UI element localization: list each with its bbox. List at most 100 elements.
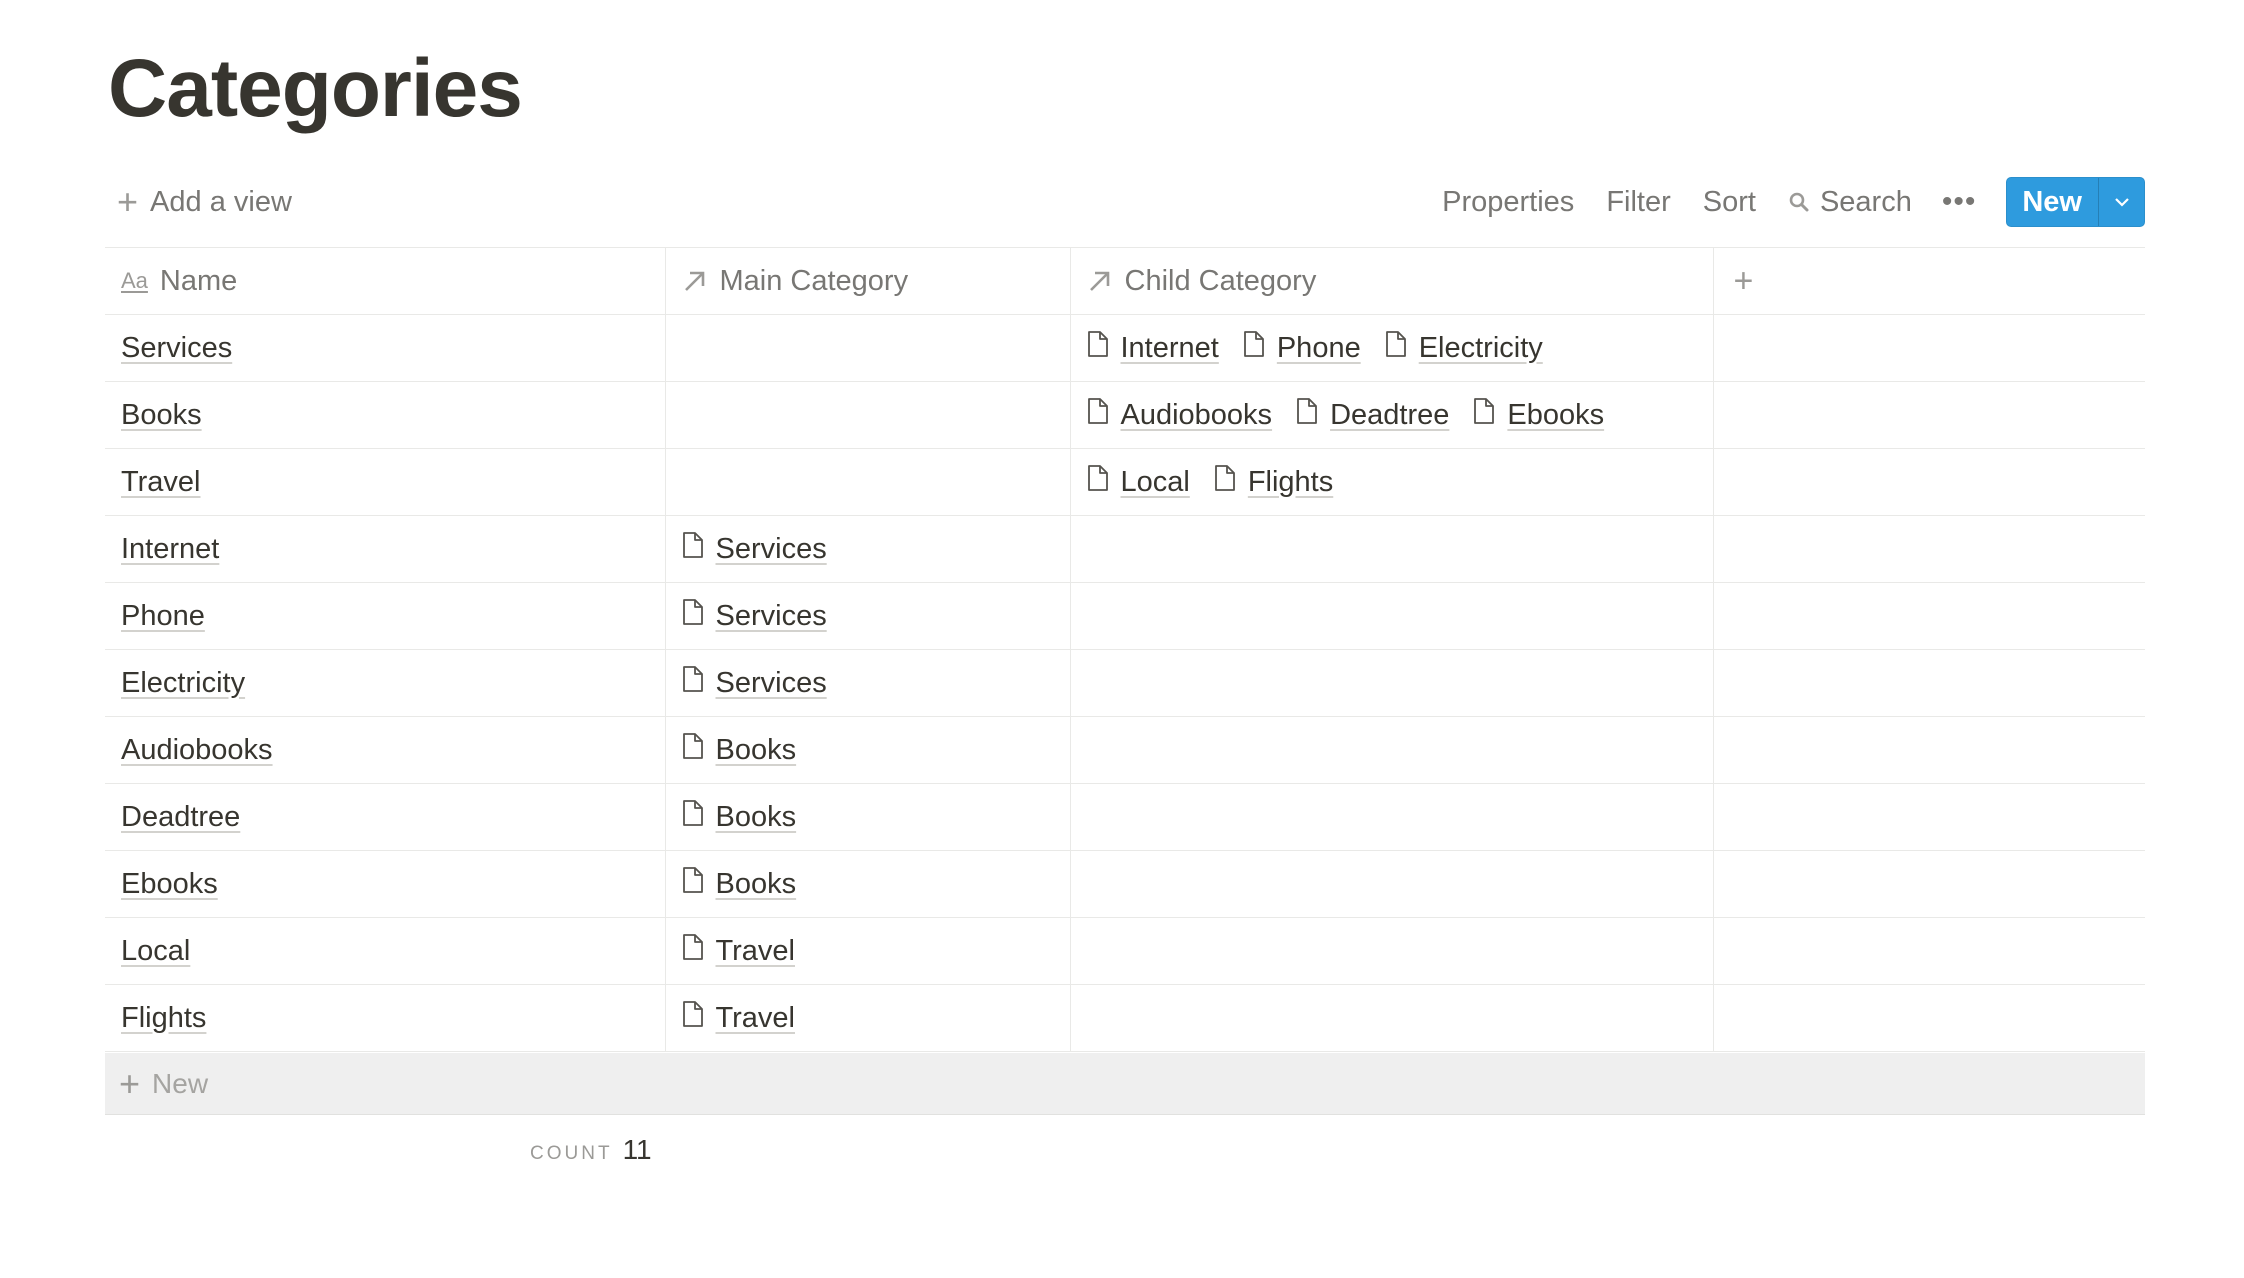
- empty-cell[interactable]: [1712, 716, 2145, 784]
- more-options-icon[interactable]: •••: [1942, 185, 1977, 219]
- relation-page-chip[interactable]: Deadtree: [1296, 397, 1449, 433]
- row-name[interactable]: Phone: [121, 600, 205, 632]
- child-category-cell[interactable]: [1069, 515, 1713, 583]
- main-category-cell[interactable]: Services: [664, 649, 1070, 717]
- empty-cell[interactable]: [1712, 917, 2145, 985]
- row-name[interactable]: Internet: [121, 533, 219, 565]
- name-cell[interactable]: Internet: [105, 515, 665, 583]
- new-dropdown-button[interactable]: [2098, 178, 2144, 226]
- relation-page-chip[interactable]: Travel: [682, 933, 795, 969]
- name-cell[interactable]: Deadtree: [105, 783, 665, 851]
- child-category-cell[interactable]: Internet Phone Electricity: [1069, 314, 1713, 382]
- relation-page-label: Books: [715, 800, 797, 833]
- child-category-cell[interactable]: [1069, 850, 1713, 918]
- child-category-cell[interactable]: [1069, 716, 1713, 784]
- relation-page-chip[interactable]: Flights: [1214, 464, 1333, 500]
- relation-page-label: Flights: [1247, 465, 1334, 498]
- empty-cell[interactable]: [1712, 850, 2145, 918]
- add-row-label: New: [152, 1067, 209, 1099]
- child-category-cell[interactable]: [1069, 649, 1713, 717]
- relation-page-chip[interactable]: Books: [682, 799, 797, 835]
- row-name[interactable]: Deadtree: [121, 801, 240, 833]
- child-category-cell[interactable]: [1069, 582, 1713, 650]
- column-header-child-category[interactable]: Child Category: [1069, 247, 1713, 315]
- main-category-cell[interactable]: Services: [664, 582, 1070, 650]
- relation-page-label: Travel: [715, 1001, 796, 1034]
- new-button[interactable]: New: [2007, 178, 2098, 226]
- column-header-name[interactable]: Aa Name: [105, 247, 665, 315]
- properties-button[interactable]: Properties: [1442, 186, 1574, 219]
- child-category-cell[interactable]: [1069, 917, 1713, 985]
- row-name[interactable]: Electricity: [121, 667, 245, 699]
- name-cell[interactable]: Phone: [105, 582, 665, 650]
- relation-page-chip[interactable]: Electricity: [1385, 330, 1543, 366]
- name-cell[interactable]: Ebooks: [105, 850, 665, 918]
- name-cell[interactable]: Books: [105, 381, 665, 449]
- empty-cell[interactable]: [1712, 515, 2145, 583]
- empty-cell[interactable]: [1712, 582, 2145, 650]
- relation-page-label: Internet: [1120, 331, 1219, 364]
- column-header-main-category[interactable]: Main Category: [664, 247, 1070, 315]
- name-cell[interactable]: Flights: [105, 984, 665, 1052]
- row-name[interactable]: Ebooks: [121, 868, 218, 900]
- main-category-cell[interactable]: Services: [664, 515, 1070, 583]
- relation-page-chip[interactable]: Books: [682, 866, 796, 902]
- add-row-button[interactable]: + New: [105, 1053, 2145, 1115]
- count-summary[interactable]: COUNT 11: [530, 1134, 652, 1166]
- empty-cell[interactable]: [1712, 448, 2145, 516]
- search-button[interactable]: Search: [1788, 186, 1912, 219]
- main-category-cell[interactable]: Travel: [664, 917, 1070, 985]
- relation-page-chip[interactable]: Books: [682, 732, 796, 768]
- relation-page-chip[interactable]: Services: [682, 598, 827, 634]
- relation-page-chip[interactable]: Local: [1087, 464, 1190, 500]
- sort-button[interactable]: Sort: [1703, 186, 1756, 219]
- row-name[interactable]: Services: [121, 332, 232, 364]
- name-cell[interactable]: Electricity: [105, 649, 665, 717]
- row-name[interactable]: Flights: [121, 1002, 206, 1034]
- child-category-cell[interactable]: [1069, 783, 1713, 851]
- relation-arrow-icon: [684, 271, 704, 291]
- relation-page-chip[interactable]: Services: [682, 665, 827, 701]
- page-icon: [682, 933, 704, 969]
- filter-button[interactable]: Filter: [1606, 186, 1670, 219]
- add-property-icon[interactable]: +: [1712, 247, 2145, 315]
- relation-arrow-icon: [1089, 271, 1109, 291]
- empty-cell[interactable]: [1712, 314, 2145, 382]
- name-cell[interactable]: Local: [105, 917, 665, 985]
- relation-page-label: Local: [1120, 465, 1190, 498]
- relation-page-chip[interactable]: Phone: [1243, 330, 1361, 366]
- name-cell[interactable]: Audiobooks: [105, 716, 665, 784]
- empty-cell[interactable]: [1712, 783, 2145, 851]
- child-category-cell[interactable]: Local Flights: [1069, 448, 1713, 516]
- relation-page-chip[interactable]: Audiobooks: [1087, 397, 1272, 433]
- child-category-cell[interactable]: Audiobooks Deadtree Ebooks: [1069, 381, 1713, 449]
- name-cell[interactable]: Travel: [105, 448, 665, 516]
- empty-cell[interactable]: [1712, 649, 2145, 717]
- row-name[interactable]: Books: [121, 399, 202, 431]
- relation-page-chip[interactable]: Services: [682, 531, 827, 567]
- main-category-cell[interactable]: [664, 314, 1070, 382]
- main-category-cell[interactable]: Books: [664, 850, 1070, 918]
- empty-cell[interactable]: [1712, 984, 2145, 1052]
- main-category-cell[interactable]: Travel: [664, 984, 1070, 1052]
- new-button-group: New: [2006, 177, 2145, 227]
- relation-page-chip[interactable]: Ebooks: [1473, 397, 1604, 433]
- main-category-cell[interactable]: [664, 448, 1070, 516]
- page-icon: [1473, 397, 1495, 433]
- row-name[interactable]: Travel: [121, 466, 201, 498]
- child-category-cell[interactable]: [1069, 984, 1713, 1052]
- database-table: Aa Name Main Category Child Category + S…: [105, 247, 2145, 1052]
- name-cell[interactable]: Services: [105, 314, 665, 382]
- main-category-cell[interactable]: [664, 381, 1070, 449]
- empty-cell[interactable]: [1712, 381, 2145, 449]
- table-row: Travel Local Flights: [105, 448, 2145, 516]
- relation-page-chip[interactable]: Travel: [682, 1000, 796, 1036]
- row-name[interactable]: Local: [121, 935, 190, 967]
- row-name[interactable]: Audiobooks: [121, 734, 273, 766]
- relation-page-chip[interactable]: Internet: [1087, 330, 1219, 366]
- main-category-cell[interactable]: Books: [664, 716, 1070, 784]
- search-icon: [1789, 192, 1809, 212]
- add-view-button[interactable]: + Add a view: [117, 184, 292, 220]
- main-category-cell[interactable]: Books: [664, 783, 1070, 851]
- page-icon: [1087, 464, 1109, 500]
